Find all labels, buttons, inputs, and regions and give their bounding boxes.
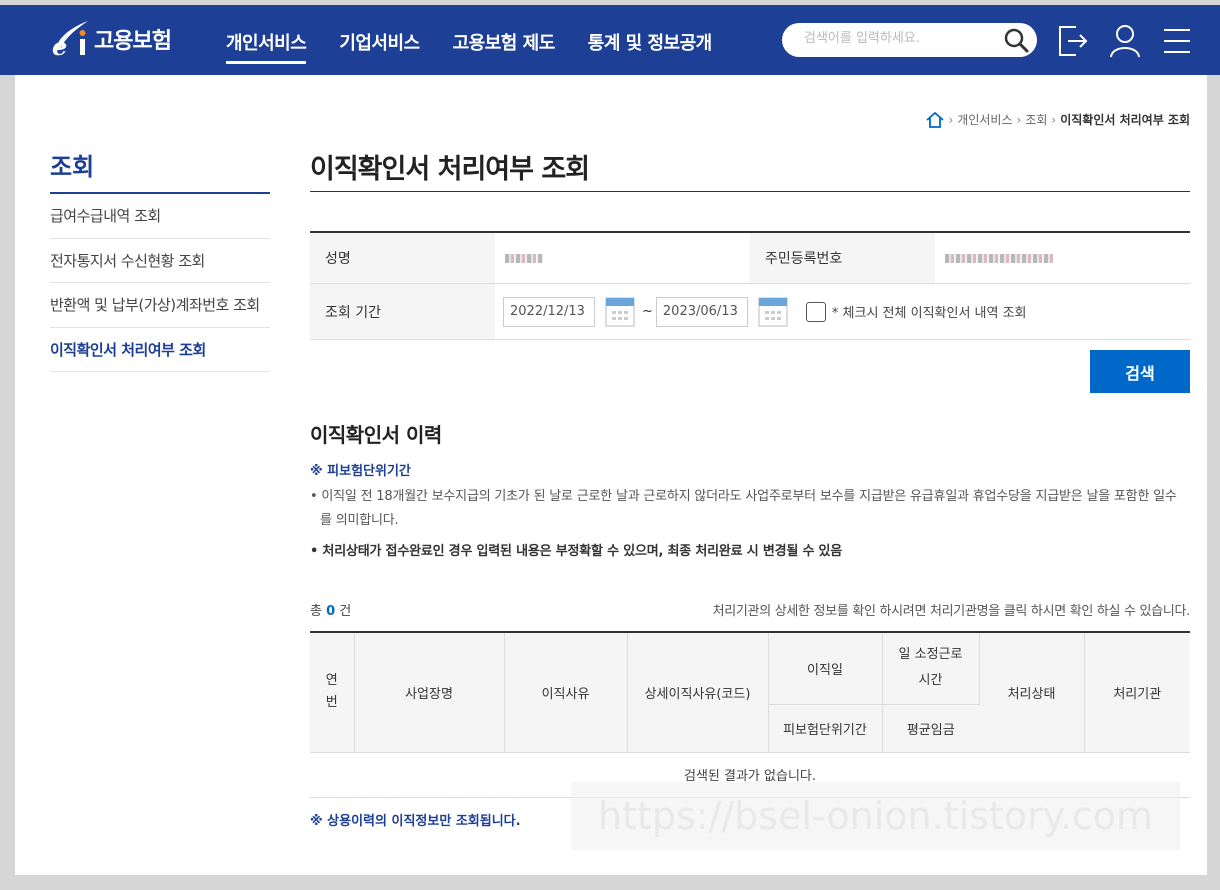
col-status: 처리상태: [979, 632, 1085, 753]
col-work-hours-line1: 일 소정근로: [898, 647, 963, 663]
col-work-hours-line2: 시간: [918, 673, 943, 689]
note-heading: ※ 피보험단위기간: [310, 464, 411, 479]
sidebar-item-separation-status[interactable]: 이직확인서 처리여부 조회: [50, 328, 270, 372]
start-date-input[interactable]: 2022/12/13: [503, 296, 595, 327]
col-insured-period: 피보험단위기간: [768, 704, 883, 753]
col-avg-wage: 평균임금: [882, 704, 979, 753]
logo-text: 고용보험: [94, 29, 172, 54]
sidebar-item-e-notice[interactable]: 전자통지서 수신현황 조회: [50, 239, 270, 283]
home-icon[interactable]: [926, 111, 945, 128]
sidebar: 조회 급여수급내역 조회 전자통지서 수신현황 조회 반환액 및 납부(가상)계…: [50, 147, 270, 372]
checkbox-label: * 체크시 전체 이직확인서 내역 조회: [831, 306, 1027, 321]
content-area: › 개인서비스 › 조회 › 이직확인서 처리여부 조회 조회 급여수급내역 조…: [15, 75, 1207, 875]
col-leave-date: 이직일: [768, 632, 883, 705]
footnote: ※ 상용이력의 이직정보만 조회됩니다.: [310, 814, 521, 829]
calendar-icon[interactable]: [758, 297, 788, 327]
breadcrumb-item[interactable]: 개인서비스: [957, 111, 1012, 128]
page-title: 이직확인서 처리여부 조회: [310, 147, 1190, 192]
breadcrumb: › 개인서비스 › 조회 › 이직확인서 처리여부 조회: [926, 111, 1190, 128]
col-detail-reason: 상세이직사유(코드): [627, 632, 769, 753]
masked-name: [505, 253, 543, 263]
result-count: 총 0 건: [310, 600, 351, 619]
period-label: 조회 기간: [310, 284, 495, 339]
col-company: 사업장명: [354, 632, 505, 753]
breadcrumb-separator: ›: [948, 112, 954, 127]
svg-text:e: e: [52, 32, 67, 59]
col-work-hours: 일 소정근로 시간: [882, 632, 980, 705]
breadcrumb-separator: ›: [1016, 112, 1022, 127]
sidebar-item-benefit-history[interactable]: 급여수급내역 조회: [50, 194, 270, 239]
user-icon[interactable]: [1108, 23, 1142, 59]
watermark: https://bsel-onion.tistory.com: [571, 782, 1180, 850]
site-logo[interactable]: e 고용보험: [50, 19, 172, 59]
col-reason: 이직사유: [504, 632, 628, 753]
rrn-label: 주민등록번호: [750, 233, 935, 283]
col-no-line2: 번: [325, 695, 338, 711]
name-value: [495, 233, 750, 283]
sidebar-item-refund-account[interactable]: 반환액 및 납부(가상)계좌번호 조회: [50, 283, 270, 328]
history-section-title: 이직확인서 이력: [310, 423, 442, 447]
ei-logo-icon: e: [52, 21, 88, 59]
agency-hint: 처리기관의 상세한 정보를 확인 하시려면 처리기관명을 클릭 하시면 확인 하…: [712, 604, 1191, 619]
search-form: 성명 주민등록번호 조회 기간 2022/12/13 ~ 2023/06/13 …: [310, 231, 1190, 340]
note-text: • 이직일 전 18개월간 보수지급의 기초가 된 날로 근로한 날과 근로하지…: [310, 489, 1177, 528]
status-note: • 처리상태가 접수완료인 경우 입력된 내용은 부정확할 수 있으며, 최종 …: [310, 544, 843, 559]
nav-statistics[interactable]: 통계 및 정보공개: [588, 29, 712, 64]
count-suffix: 건: [339, 604, 352, 619]
search-button[interactable]: 검색: [1090, 350, 1190, 393]
col-no-line1: 연: [325, 673, 338, 689]
all-history-checkbox[interactable]: [805, 301, 826, 322]
calendar-icon[interactable]: [605, 297, 635, 327]
masked-rrn: [945, 253, 1053, 263]
main-nav: 개인서비스 기업서비스 고용보험 제도 통계 및 정보공개: [226, 29, 745, 64]
count-prefix: 총: [310, 604, 322, 619]
period-value: 2022/12/13 ~ 2023/06/13 * 체크시 전체 이직확인서 내…: [495, 284, 1190, 339]
breadcrumb-item[interactable]: 조회: [1025, 111, 1047, 128]
site-header: e 고용보험 개인서비스 기업서비스 고용보험 제도 통계 및 정보공개: [0, 5, 1220, 75]
breadcrumb-current: 이직확인서 처리여부 조회: [1060, 113, 1190, 127]
form-row-identity: 성명 주민등록번호: [310, 233, 1190, 284]
search-input[interactable]: [804, 31, 994, 46]
history-table: 연 번 사업장명 이직사유 상세이직사유(코드) 이직일 일 소정근로 시간 처…: [310, 631, 1190, 798]
main-panel: 이직확인서 처리여부 조회 성명 주민등록번호 조회 기간 2022/12/13: [310, 147, 1190, 829]
breadcrumb-separator: ›: [1051, 112, 1057, 127]
menu-icon[interactable]: [1160, 23, 1194, 59]
nav-personal-service[interactable]: 개인서비스: [226, 29, 307, 64]
nav-insurance-system[interactable]: 고용보험 제도: [453, 29, 556, 64]
end-date-input[interactable]: 2023/06/13: [655, 296, 748, 327]
col-agency: 처리기관: [1084, 632, 1190, 753]
site-search: [782, 23, 1037, 57]
col-no: 연 번: [310, 632, 355, 753]
name-label: 성명: [310, 233, 495, 283]
logout-icon[interactable]: [1056, 23, 1090, 59]
form-row-period: 조회 기간 2022/12/13 ~ 2023/06/13 * 체크시 전체 이…: [310, 284, 1190, 340]
rrn-value: [935, 233, 1190, 283]
nav-corporate-service[interactable]: 기업서비스: [339, 29, 420, 64]
search-icon[interactable]: [1003, 27, 1029, 53]
count-number: 0: [326, 604, 336, 619]
date-range-separator: ~: [642, 304, 653, 319]
sidebar-title: 조회: [50, 147, 270, 194]
